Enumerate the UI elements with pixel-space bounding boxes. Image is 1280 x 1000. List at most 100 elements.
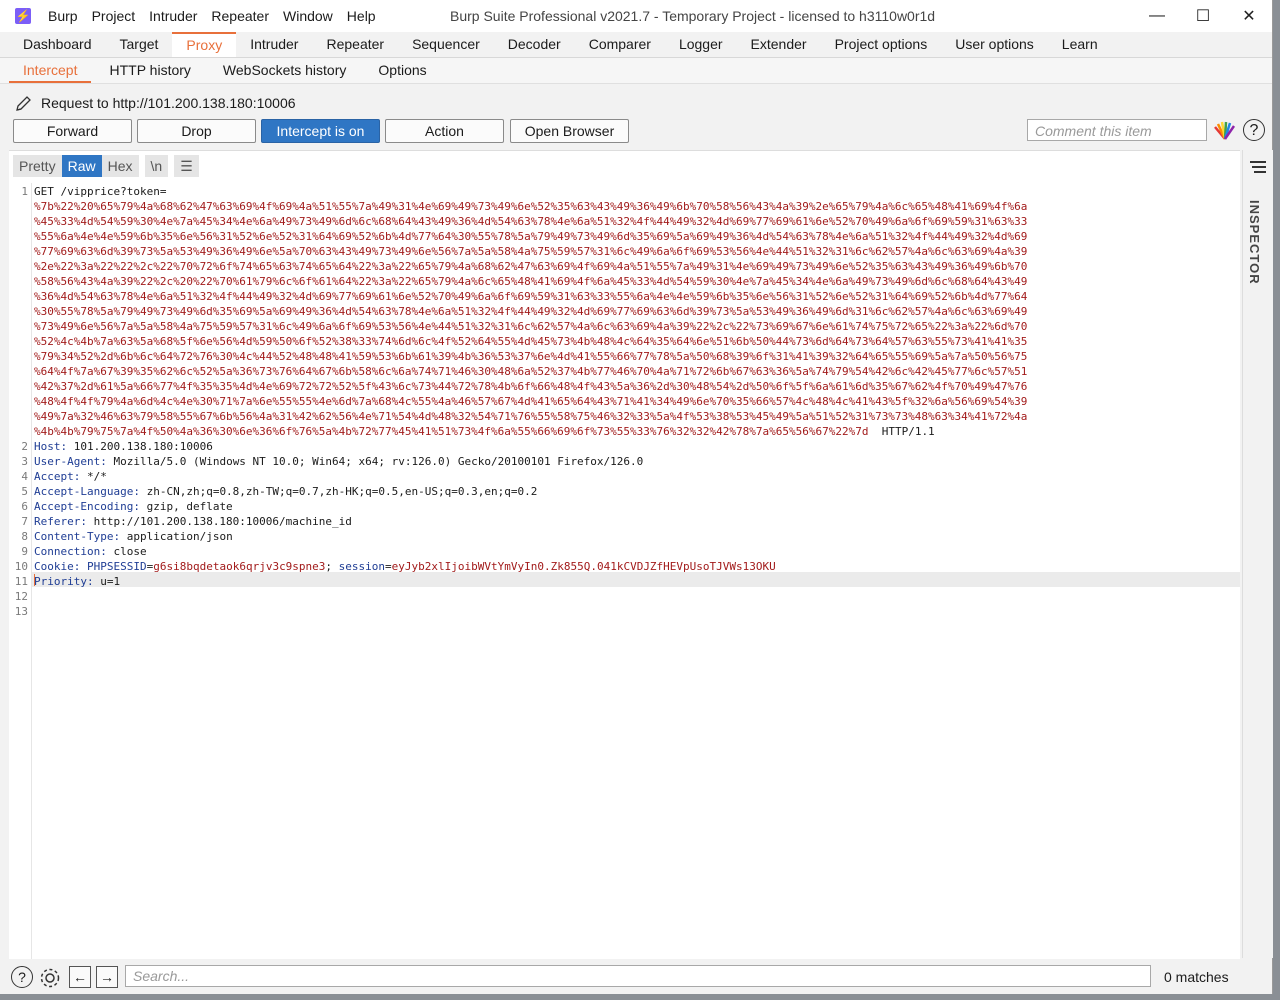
- encoded-line: %77%69%63%6d%39%73%5a%53%49%36%49%6e%5a%…: [34, 245, 1028, 258]
- encoded-line: %55%6a%4e%4e%59%6b%35%6e%56%31%52%6e%52%…: [34, 230, 1028, 243]
- encoded-line: %36%4d%54%63%78%4e%6a%51%32%4f%44%49%32%…: [34, 290, 1028, 303]
- header-line: Content-Type: application/json: [34, 530, 233, 543]
- tab-websockets-history[interactable]: WebSockets history: [209, 58, 360, 83]
- close-icon[interactable]: ✕: [1226, 0, 1272, 32]
- menu-bar: Burp Project Intruder Repeater Window He…: [48, 0, 390, 32]
- tab-options[interactable]: Options: [364, 58, 440, 83]
- tab-target[interactable]: Target: [106, 32, 173, 57]
- header-key: Accept: [34, 470, 74, 483]
- open-browser-button[interactable]: Open Browser: [510, 119, 629, 143]
- tab-dashboard[interactable]: Dashboard: [9, 32, 106, 57]
- tab-extender[interactable]: Extender: [737, 32, 821, 57]
- cookie-line: Cookie: PHPSESSID=g6si8bqdetaok6qrjv3c9s…: [34, 560, 776, 573]
- encoded-line: %58%56%43%4a%39%22%2c%20%22%70%61%79%6c%…: [34, 275, 1028, 288]
- previous-match-arrow-icon[interactable]: ←: [69, 966, 91, 988]
- burp-logo-icon: ⚡: [15, 8, 31, 24]
- request-target: Request to http://101.200.138.180:10006: [15, 92, 296, 114]
- search-bar: ? ← → Search... 0 matches: [9, 962, 1240, 992]
- request-line: GET /vipprice?token=: [34, 185, 166, 198]
- tab-learn[interactable]: Learn: [1048, 32, 1112, 57]
- header-line: Accept-Language: zh-CN,zh;q=0.8,zh-TW;q=…: [34, 485, 538, 498]
- encoded-line: %42%37%2d%61%5a%66%77%4f%35%35%4d%4e%69%…: [34, 380, 1028, 393]
- encoded-line-last: %4b%4b%79%75%7a%4f%50%4a%36%30%6e%36%6f%…: [34, 425, 935, 438]
- encoded-line: %30%55%78%5a%79%49%73%49%6d%35%69%5a%69%…: [34, 305, 1028, 318]
- menu-help[interactable]: Help: [347, 0, 384, 32]
- menu-intruder[interactable]: Intruder: [149, 0, 205, 32]
- header-line: Priority: u=1: [34, 575, 121, 588]
- request-method-path: GET /vipprice?token=: [34, 185, 167, 198]
- minimize-icon[interactable]: —: [1134, 0, 1180, 32]
- line-number: 4: [21, 470, 28, 483]
- line-number: 12: [14, 590, 28, 603]
- tab-http-history[interactable]: HTTP history: [95, 58, 204, 83]
- hamburger-icon[interactable]: [1249, 160, 1267, 174]
- gear-icon[interactable]: [38, 966, 62, 990]
- menu-burp[interactable]: Burp: [48, 0, 86, 32]
- header-key: User-Agent: [34, 455, 101, 468]
- encoded-line: %48%4f%4f%79%4a%6d%4c%4e%30%71%7a%6e%55%…: [34, 395, 1028, 408]
- search-input[interactable]: Search...: [125, 965, 1151, 987]
- http-version: HTTP/1.1: [881, 425, 935, 438]
- forward-button[interactable]: Forward: [13, 119, 132, 143]
- inspector-tab[interactable]: INSPECTOR: [1247, 200, 1262, 285]
- line-number: 9: [21, 545, 28, 558]
- line-number: 10: [14, 560, 28, 573]
- burp-window: ⚡ Burp Project Intruder Repeater Window …: [0, 0, 1273, 994]
- newline-toggle-button[interactable]: \n: [144, 155, 169, 177]
- header-value: application/json: [120, 530, 233, 543]
- proxy-sub-tabs: Intercept HTTP history WebSockets histor…: [0, 58, 1272, 84]
- intercept-toggle-button[interactable]: Intercept is on: [261, 119, 380, 143]
- current-line-highlight: [32, 572, 1240, 587]
- action-button[interactable]: Action: [385, 119, 504, 143]
- next-match-arrow-icon[interactable]: →: [96, 966, 118, 988]
- header-value: zh-CN,zh;q=0.8,zh-TW;q=0.7,zh-HK;q=0.5,e…: [139, 485, 538, 498]
- header-key: Content-Type: [34, 530, 114, 543]
- comment-input[interactable]: Comment this item: [1027, 119, 1207, 141]
- tab-project-options[interactable]: Project options: [821, 32, 942, 57]
- header-value: gzip, deflate: [139, 500, 233, 513]
- title-bar: ⚡ Burp Project Intruder Repeater Window …: [0, 0, 1272, 32]
- menu-window[interactable]: Window: [283, 0, 341, 32]
- tab-intruder[interactable]: Intruder: [236, 32, 312, 57]
- header-line: Accept: */*: [34, 470, 107, 483]
- tab-decoder[interactable]: Decoder: [494, 32, 575, 57]
- highlight-color-icon[interactable]: [1213, 121, 1237, 141]
- header-line: Connection: close: [34, 545, 147, 558]
- tab-sequencer[interactable]: Sequencer: [398, 32, 494, 57]
- menu-repeater[interactable]: Repeater: [211, 0, 277, 32]
- match-count: 0 matches: [1164, 969, 1229, 985]
- encoded-line: %49%7a%32%46%63%79%58%55%67%6b%56%4a%31%…: [34, 410, 1028, 423]
- tab-repeater[interactable]: Repeater: [312, 32, 398, 57]
- request-editor[interactable]: Pretty Raw Hex \n ☰ 1 GET /vipprice?toke…: [9, 150, 1240, 959]
- tab-proxy[interactable]: Proxy: [172, 32, 237, 57]
- maximize-icon[interactable]: ☐: [1180, 0, 1226, 32]
- header-value: close: [106, 545, 147, 558]
- header-key: Accept-Encoding: [34, 500, 134, 513]
- tab-user-options[interactable]: User options: [941, 32, 1048, 57]
- tab-intercept[interactable]: Intercept: [9, 58, 92, 83]
- header-line: Accept-Encoding: gzip, deflate: [34, 500, 233, 513]
- cookie-name: session: [338, 560, 386, 573]
- drop-button[interactable]: Drop: [137, 119, 256, 143]
- header-key: Host: [34, 440, 61, 453]
- line-number: 2: [21, 440, 28, 453]
- header-value: 101.200.138.180:10006: [67, 440, 213, 453]
- menu-project[interactable]: Project: [92, 0, 144, 32]
- help-icon[interactable]: ?: [11, 966, 33, 988]
- header-value: u=1: [93, 575, 121, 588]
- inspector-sidebar[interactable]: INSPECTOR: [1242, 150, 1273, 958]
- encoded-line: %79%34%52%2d%6b%6c%64%72%76%30%4c%44%52%…: [34, 350, 1028, 363]
- line-number: 3: [21, 455, 28, 468]
- cookie-value: g6si8bqdetaok6qrjv3c9spne3: [153, 560, 326, 573]
- menu-lines-icon[interactable]: ☰: [174, 155, 199, 177]
- hex-view-button[interactable]: Hex: [101, 155, 139, 177]
- encoded-line: %7b%22%20%65%79%4a%68%62%47%63%69%4f%69%…: [34, 200, 1028, 213]
- tab-logger[interactable]: Logger: [665, 32, 737, 57]
- tab-comparer[interactable]: Comparer: [575, 32, 665, 57]
- main-tabs: Dashboard Target Proxy Intruder Repeater…: [0, 32, 1272, 58]
- help-icon[interactable]: ?: [1243, 119, 1265, 141]
- line-number: 1: [21, 185, 28, 198]
- raw-view-button[interactable]: Raw: [61, 155, 102, 177]
- pretty-view-button[interactable]: Pretty: [13, 155, 62, 177]
- line-number: 13: [14, 605, 28, 618]
